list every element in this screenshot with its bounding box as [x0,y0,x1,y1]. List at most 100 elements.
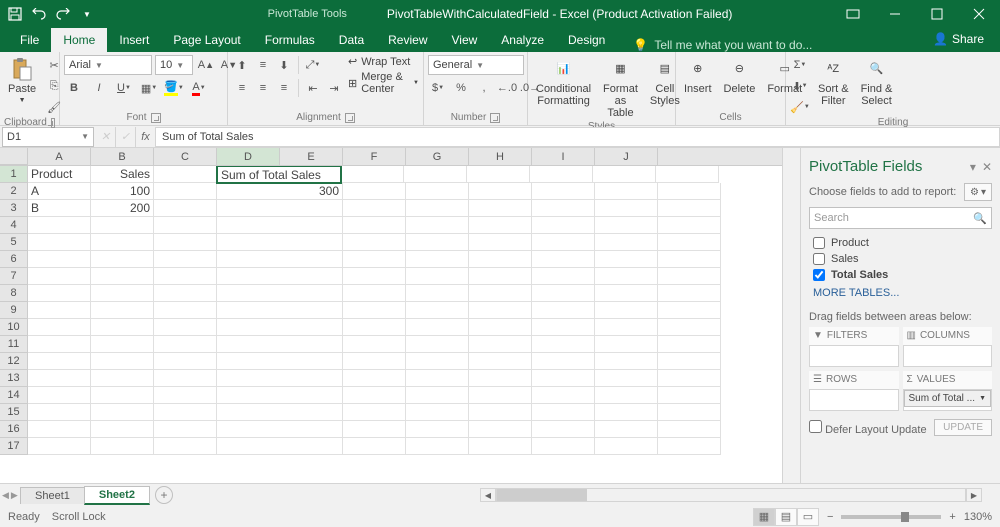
value-field-item[interactable]: Sum of Total ...▼ [904,390,992,407]
cell-D12[interactable] [217,353,343,370]
cell-J13[interactable] [658,370,721,387]
row-header[interactable]: 3 [0,200,28,217]
row-header[interactable]: 7 [0,268,28,285]
align-right-icon[interactable]: ≡ [274,78,294,98]
cell-B12[interactable] [91,353,154,370]
cell-J7[interactable] [658,268,721,285]
cell-F15[interactable] [406,404,469,421]
tab-view[interactable]: View [440,28,490,52]
sheet-tab-sheet1[interactable]: Sheet1 [20,487,85,504]
cell-G17[interactable] [469,438,532,455]
cell-G6[interactable] [469,251,532,268]
col-header[interactable]: H [469,148,532,165]
cell-J11[interactable] [658,336,721,353]
bold-button[interactable]: B [64,78,84,98]
cell-E7[interactable] [343,268,406,285]
cell-F1[interactable] [404,166,467,183]
cell-J15[interactable] [658,404,721,421]
find-select-button[interactable]: 🔍Find & Select [857,55,897,109]
spreadsheet-grid[interactable]: A B C D E F G H I J 1ProductSalesSum of … [0,148,782,483]
cell-B10[interactable] [91,319,154,336]
percent-icon[interactable]: % [451,78,471,98]
save-icon[interactable] [4,3,26,25]
col-header[interactable]: G [406,148,469,165]
cell-E14[interactable] [343,387,406,404]
cell-C9[interactable] [154,302,217,319]
cell-H6[interactable] [532,251,595,268]
cell-B14[interactable] [91,387,154,404]
cell-B6[interactable] [91,251,154,268]
cell-G14[interactable] [469,387,532,404]
cell-B4[interactable] [91,217,154,234]
cell-F17[interactable] [406,438,469,455]
cell-C2[interactable] [154,183,217,200]
cell-C16[interactable] [154,421,217,438]
autosum-icon[interactable]: Σ▼ [790,55,810,75]
row-header[interactable]: 6 [0,251,28,268]
italic-button[interactable]: I [89,78,109,98]
vertical-scrollbar[interactable] [782,148,800,483]
row-header[interactable]: 5 [0,234,28,251]
cell-D11[interactable] [217,336,343,353]
cell-D10[interactable] [217,319,343,336]
cell-G3[interactable] [469,200,532,217]
cell-B17[interactable] [91,438,154,455]
cell-G12[interactable] [469,353,532,370]
tab-insert[interactable]: Insert [107,28,161,52]
alignment-launcher-icon[interactable] [345,113,355,123]
page-layout-view-icon[interactable]: ▤ [775,508,797,526]
values-area[interactable]: ΣVALUESSum of Total ...▼ [903,371,993,411]
cell-G7[interactable] [469,268,532,285]
cell-E16[interactable] [343,421,406,438]
page-break-view-icon[interactable]: ▭ [797,508,819,526]
increase-indent-icon[interactable]: ⇥ [324,78,344,98]
sheet-tab-sheet2[interactable]: Sheet2 [84,486,150,505]
update-button[interactable]: UPDATE [934,419,992,436]
cell-F9[interactable] [406,302,469,319]
font-size-combo[interactable]: 10▼ [155,55,193,75]
align-top-icon[interactable]: ⬆ [232,55,252,75]
cell-D5[interactable] [217,234,343,251]
zoom-out-button[interactable]: − [827,511,833,523]
cell-D17[interactable] [217,438,343,455]
cell-G16[interactable] [469,421,532,438]
tab-review[interactable]: Review [376,28,439,52]
cell-H1[interactable] [530,166,593,183]
zoom-in-button[interactable]: + [949,511,955,523]
cell-F12[interactable] [406,353,469,370]
col-header[interactable]: J [595,148,658,165]
merge-center-button[interactable]: ⊞Merge & Center ▼ [348,71,419,95]
fill-color-icon[interactable]: 🪣▼ [164,78,184,98]
cell-C5[interactable] [154,234,217,251]
cell-E9[interactable] [343,302,406,319]
undo-icon[interactable] [28,3,50,25]
cell-I12[interactable] [595,353,658,370]
cell-I14[interactable] [595,387,658,404]
cell-D13[interactable] [217,370,343,387]
cell-H14[interactable] [532,387,595,404]
name-box[interactable]: D1▼ [2,127,94,147]
cell-H3[interactable] [532,200,595,217]
cell-J16[interactable] [658,421,721,438]
cell-G15[interactable] [469,404,532,421]
cell-B15[interactable] [91,404,154,421]
more-tables-link[interactable]: MORE TABLES... [809,283,992,303]
cell-H17[interactable] [532,438,595,455]
clipboard-launcher-icon[interactable] [51,118,55,128]
row-header[interactable]: 9 [0,302,28,319]
horizontal-scrollbar[interactable]: ◀ ▶ [480,487,982,503]
cell-A4[interactable] [28,217,91,234]
scroll-right-icon[interactable]: ▶ [966,488,982,502]
cell-I13[interactable] [595,370,658,387]
cell-G9[interactable] [469,302,532,319]
zoom-slider[interactable] [841,515,941,519]
row-header[interactable]: 10 [0,319,28,336]
enter-icon[interactable]: ✓ [116,127,136,147]
cell-H15[interactable] [532,404,595,421]
cell-G13[interactable] [469,370,532,387]
cell-C6[interactable] [154,251,217,268]
row-header[interactable]: 13 [0,370,28,387]
cell-I11[interactable] [595,336,658,353]
cell-J12[interactable] [658,353,721,370]
cell-B9[interactable] [91,302,154,319]
